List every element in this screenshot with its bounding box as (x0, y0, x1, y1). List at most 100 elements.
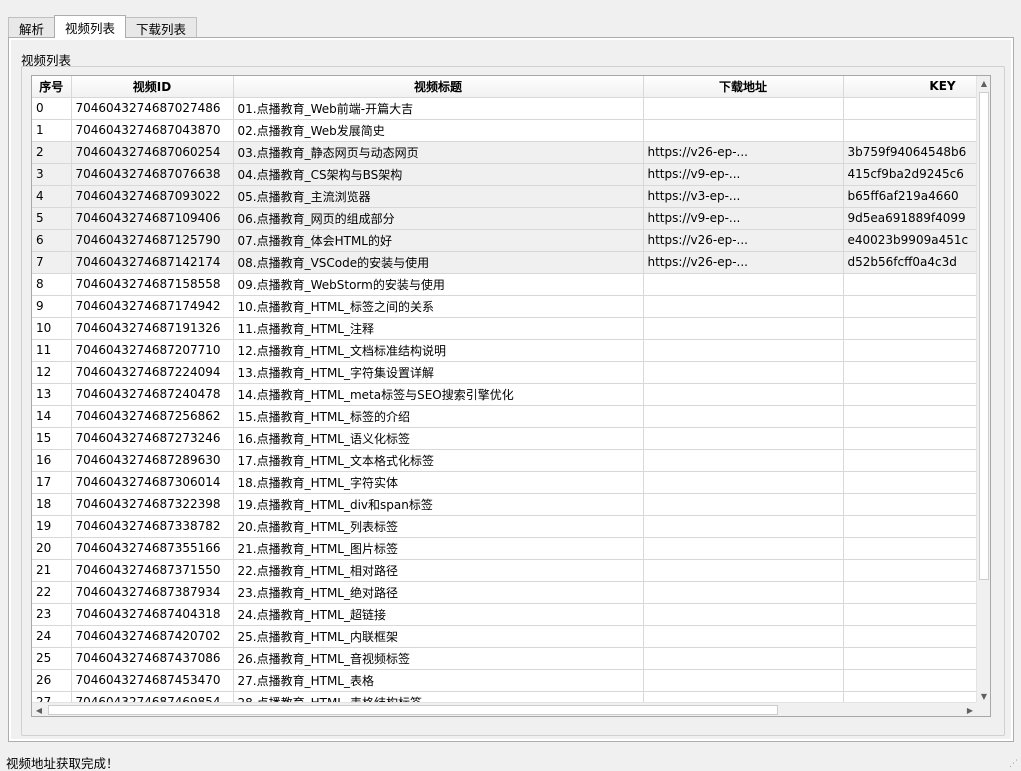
table-cell[interactable] (643, 339, 844, 362)
table-row[interactable]: 8 7046043274687158558 09.点播教育_WebStorm的安装与… (32, 273, 977, 296)
table-cell[interactable]: 7046043274687043870 (71, 119, 234, 142)
table-cell[interactable]: 2 (32, 141, 72, 164)
tab-2[interactable]: 下载列表 (125, 17, 198, 38)
table-cell[interactable]: 7046043274687174942 (71, 295, 234, 318)
table-cell[interactable]: 7046043274687437086 (71, 647, 234, 670)
table-cell[interactable]: 7046043274687224094 (71, 361, 234, 384)
table-cell[interactable]: 7046043274687027486 (71, 97, 234, 120)
table-cell[interactable]: 0 (32, 97, 72, 120)
table-cell[interactable]: 06.点播教育_网页的组成部分 (233, 207, 644, 230)
table-cell[interactable]: 21.点播教育_HTML_图片标签 (233, 537, 644, 560)
table-cell[interactable]: e40023b9909a451c (843, 229, 977, 252)
table-cell[interactable]: 7046043274687142174 (71, 251, 234, 274)
table-cell[interactable]: 25 (32, 647, 72, 670)
table-cell[interactable]: 7046043274687240478 (71, 383, 234, 406)
table-cell[interactable]: 1 (32, 119, 72, 142)
table-cell[interactable] (643, 383, 844, 406)
table-row[interactable]: 6 7046043274687125790 07.点播教育_体会HTML的好 http… (32, 229, 977, 252)
scroll-left-arrow-icon[interactable]: ◀ (32, 703, 46, 716)
table-cell[interactable]: 7046043274687420702 (71, 625, 234, 648)
table-cell[interactable] (843, 669, 977, 692)
table-cell[interactable]: 24.点播教育_HTML_超链接 (233, 603, 644, 626)
table-cell[interactable]: 7046043274687125790 (71, 229, 234, 252)
table-cell[interactable] (643, 119, 844, 142)
table-row[interactable]: 7 7046043274687142174 08.点播教育_VSCode的安装与使用… (32, 251, 977, 274)
table-cell[interactable] (643, 581, 844, 604)
table-cell[interactable]: 16 (32, 449, 72, 472)
table-cell[interactable]: 8 (32, 273, 72, 296)
column-header[interactable]: KEY (843, 76, 977, 98)
table-cell[interactable]: https://v26-ep-... (643, 229, 844, 252)
table-cell[interactable]: 02.点播教育_Web发展简史 (233, 119, 644, 142)
table-row[interactable]: 12 7046043274687224094 13.点播教育_HTML_字符集设置详… (32, 361, 977, 384)
table-cell[interactable]: 7046043274687207710 (71, 339, 234, 362)
table-cell[interactable]: 12 (32, 361, 72, 384)
table-cell[interactable]: 7046043274687191326 (71, 317, 234, 340)
table-cell[interactable]: 3b759f94064548b6 (843, 141, 977, 164)
table-cell[interactable] (643, 669, 844, 692)
table-cell[interactable]: 7046043274687322398 (71, 493, 234, 516)
table-cell[interactable]: 13.点播教育_HTML_字符集设置详解 (233, 361, 644, 384)
table-cell[interactable] (843, 647, 977, 670)
table-cell[interactable] (643, 625, 844, 648)
table-cell[interactable]: 9 (32, 295, 72, 318)
table-row[interactable]: 24 7046043274687420702 25.点播教育_HTML_内联框架 (32, 625, 977, 648)
table-cell[interactable]: 05.点播教育_主流浏览器 (233, 185, 644, 208)
table-cell[interactable]: b65ff6af219a4660 (843, 185, 977, 208)
table-cell[interactable] (643, 361, 844, 384)
table-cell[interactable]: https://v9-ep-... (643, 163, 844, 186)
vertical-scrollbar[interactable]: ▲ ▼ (976, 76, 990, 703)
table-cell[interactable]: 11.点播教育_HTML_注释 (233, 317, 644, 340)
table-cell[interactable]: 10 (32, 317, 72, 340)
table-cell[interactable] (843, 471, 977, 494)
table-cell[interactable]: https://v26-ep-... (643, 251, 844, 274)
table-cell[interactable]: 7046043274687289630 (71, 449, 234, 472)
table-cell[interactable] (843, 273, 977, 296)
table-cell[interactable]: 4 (32, 185, 72, 208)
table-cell[interactable] (643, 603, 844, 626)
table-row[interactable]: 9 7046043274687174942 10.点播教育_HTML_标签之间的关系 (32, 295, 977, 318)
size-grip-icon[interactable]: ⋰ (1009, 759, 1019, 769)
table-cell[interactable]: 15 (32, 427, 72, 450)
table-cell[interactable]: 7046043274687453470 (71, 669, 234, 692)
table-cell[interactable] (643, 317, 844, 340)
table-row[interactable]: 17 7046043274687306014 18.点播教育_HTML_字符实体 (32, 471, 977, 494)
table-cell[interactable] (843, 361, 977, 384)
table-cell[interactable]: https://v3-ep-... (643, 185, 844, 208)
table-cell[interactable]: 18.点播教育_HTML_字符实体 (233, 471, 644, 494)
table-cell[interactable]: 19 (32, 515, 72, 538)
table-cell[interactable]: 7046043274687093022 (71, 185, 234, 208)
table-row[interactable]: 20 7046043274687355166 21.点播教育_HTML_图片标签 (32, 537, 977, 560)
table-cell[interactable]: 7 (32, 251, 72, 274)
table-cell[interactable]: 7046043274687387934 (71, 581, 234, 604)
table-cell[interactable]: 16.点播教育_HTML_语义化标签 (233, 427, 644, 450)
table-cell[interactable] (843, 449, 977, 472)
table-cell[interactable]: 14.点播教育_HTML_meta标签与SEO搜索引擎优化 (233, 383, 644, 406)
scroll-right-arrow-icon[interactable]: ▶ (963, 703, 977, 716)
table-cell[interactable]: 13 (32, 383, 72, 406)
table-cell[interactable]: 7046043274687109406 (71, 207, 234, 230)
table-cell[interactable] (843, 559, 977, 582)
table-row[interactable]: 21 7046043274687371550 22.点播教育_HTML_相对路径 (32, 559, 977, 582)
table-cell[interactable]: 26.点播教育_HTML_音视频标签 (233, 647, 644, 670)
table-cell[interactable]: https://v26-ep-... (643, 141, 844, 164)
table-cell[interactable]: 415cf9ba2d9245c6 (843, 163, 977, 186)
table-row[interactable]: 4 7046043274687093022 05.点播教育_主流浏览器 https:/… (32, 185, 977, 208)
table-cell[interactable] (843, 603, 977, 626)
tab-1[interactable]: 视频列表 (54, 15, 127, 38)
scroll-up-arrow-icon[interactable]: ▲ (977, 76, 990, 90)
table-cell[interactable] (843, 405, 977, 428)
table-cell[interactable]: https://v9-ep-... (643, 207, 844, 230)
table-row[interactable]: 13 7046043274687240478 14.点播教育_HTML_meta标签… (32, 383, 977, 406)
table-cell[interactable] (643, 427, 844, 450)
table-cell[interactable]: 5 (32, 207, 72, 230)
table-cell[interactable] (843, 515, 977, 538)
table-cell[interactable]: 25.点播教育_HTML_内联框架 (233, 625, 644, 648)
table-cell[interactable] (843, 295, 977, 318)
table-cell[interactable]: 9d5ea691889f4099 (843, 207, 977, 230)
table-row[interactable]: 14 7046043274687256862 15.点播教育_HTML_标签的介绍 (32, 405, 977, 428)
table-cell[interactable]: 7046043274687404318 (71, 603, 234, 626)
table-cell[interactable] (843, 97, 977, 120)
column-header[interactable]: 视频ID (71, 76, 234, 98)
table-cell[interactable]: 20.点播教育_HTML_列表标签 (233, 515, 644, 538)
